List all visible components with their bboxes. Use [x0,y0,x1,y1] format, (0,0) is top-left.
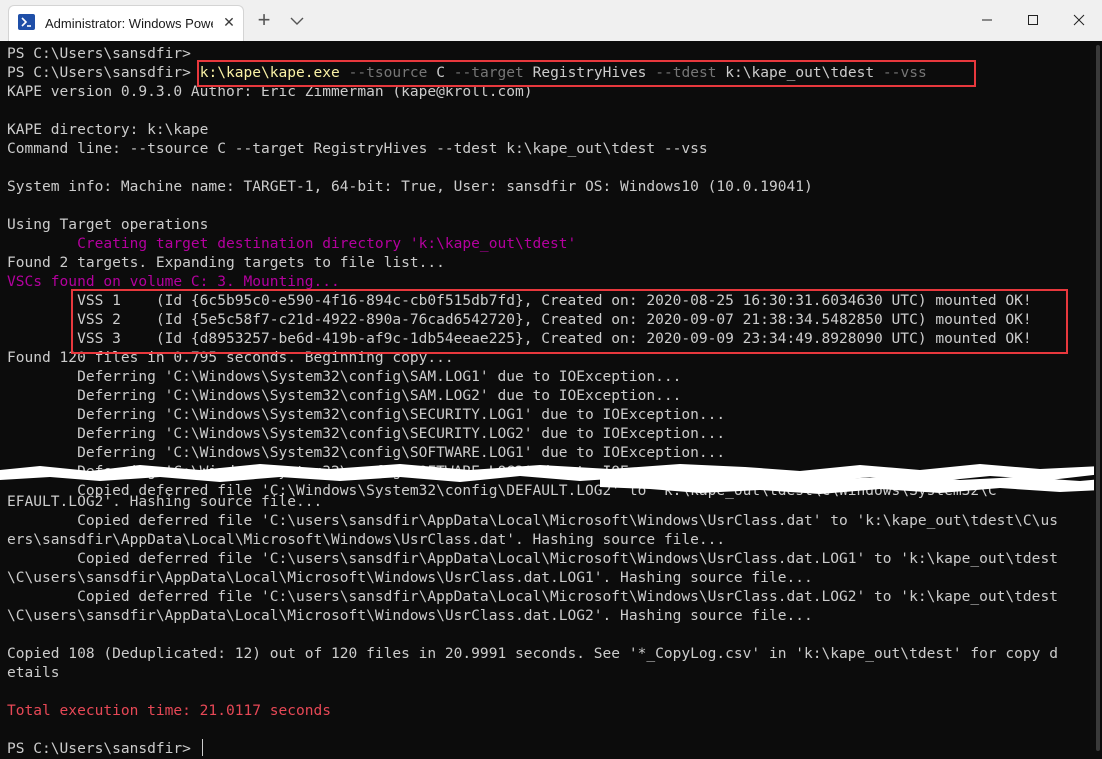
prompt: PS C:\Users\sansdfir> [7,740,191,757]
chevron-down-icon[interactable] [286,8,308,32]
tab-close-icon[interactable]: ✕ [221,14,237,30]
total-time-line: Total execution time: 21.0117 seconds [7,702,332,719]
output-line: Creating target destination directory 'k… [7,235,577,252]
prompt-line: PS C:\Users\sansdfir> [7,739,203,758]
output-line: System info: Machine name: TARGET-1, 64-… [7,178,813,195]
tab-title: Administrator: Windows PowerS [45,16,213,31]
output-line: Deferring 'C:\Windows\System32\config\SA… [7,387,682,404]
output-line: \C\users\sansdfir\AppData\Local\Microsof… [7,569,813,586]
tab-powershell[interactable]: Administrator: Windows PowerS ✕ [8,5,244,41]
terminal-output[interactable]: PS C:\Users\sansdfir> PS C:\Users\sansdf… [0,41,1094,759]
output-line: Copied deferred file 'C:\users\sansdfir\… [7,550,1058,567]
output-line: etails [7,664,60,681]
output-line: Copied deferred file 'C:\users\sansdfir\… [7,512,1058,529]
vss-highlight-box [71,289,1068,354]
output-line: Deferring 'C:\Windows\System32\config\SE… [7,406,726,423]
output-line: ers\sansdfir\AppData\Local\Microsoft\Win… [7,531,726,548]
new-tab-button[interactable]: + [252,8,276,32]
minimize-icon[interactable] [964,0,1010,40]
output-line: Copied deferred file 'C:\users\sansdfir\… [7,588,1058,605]
output-line: KAPE directory: k:\kape [7,121,209,138]
prompt: PS C:\Users\sansdfir> [7,64,191,81]
scrollbar[interactable] [1094,41,1102,759]
prompt-line: PS C:\Users\sansdfir> [7,44,191,63]
title-bar: Administrator: Windows PowerS ✕ + [0,0,1102,42]
output-line: Found 2 targets. Expanding targets to fi… [7,254,445,271]
output-line: Deferring 'C:\Windows\System32\config\SE… [7,425,726,442]
scrollbar-thumb[interactable] [1096,45,1100,751]
output-line: Deferring 'C:\Windows\System32\config\SA… [7,368,682,385]
prompt: PS C:\Users\sansdfir> [7,45,191,62]
command-highlight-box [197,60,976,87]
output-line: Copied 108 (Deduplicated: 12) out of 120… [7,645,1058,662]
close-icon[interactable] [1056,0,1102,40]
text-cursor [201,739,203,756]
output-line: Command line: --tsource C --target Regis… [7,140,708,157]
powershell-icon [18,14,35,30]
output-line: Using Target operations [7,216,209,233]
output-line: \C\users\sansdfir\AppData\Local\Microsof… [7,607,813,624]
redaction-strip [0,464,1102,494]
maximize-icon[interactable] [1010,0,1056,40]
